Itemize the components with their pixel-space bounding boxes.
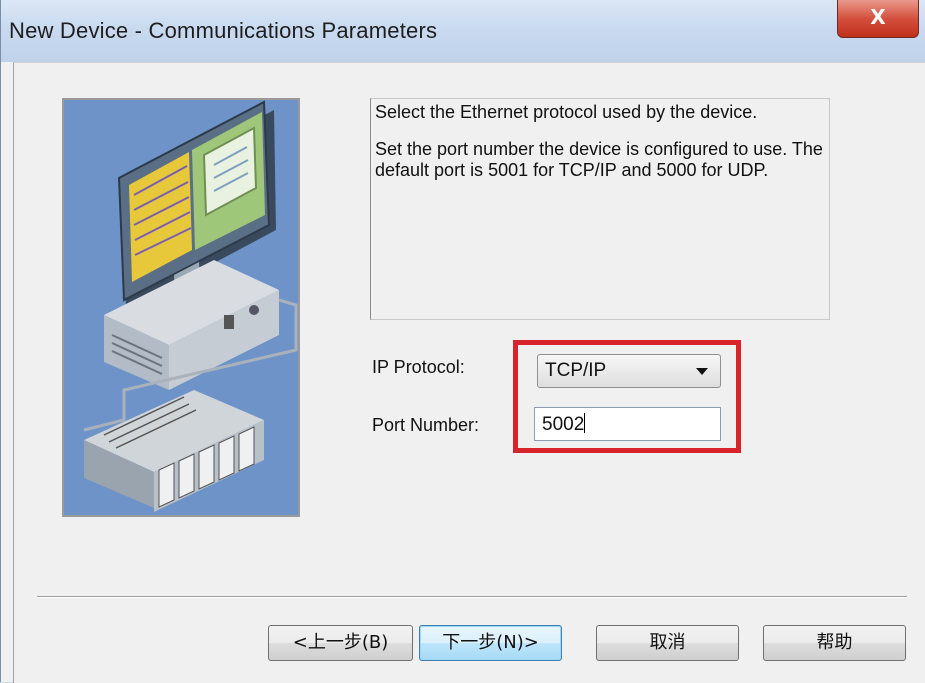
separator-line (37, 596, 907, 598)
cancel-button[interactable]: 取消 (596, 625, 739, 661)
dropdown-arrow-icon[interactable] (696, 368, 708, 375)
ip-protocol-value: TCP/IP (545, 360, 607, 381)
computer-plc-illustration-icon (64, 100, 298, 515)
ip-protocol-label: IP Protocol: (372, 357, 465, 377)
device-illustration (62, 98, 300, 517)
back-button[interactable]: <上一步(B) (268, 625, 413, 661)
window-title: New Device - Communications Parameters (9, 18, 438, 43)
description-line-2: Set the port number the device is config… (375, 139, 823, 180)
text-caret (584, 413, 586, 433)
port-number-input[interactable]: 5002 (534, 407, 721, 441)
next-button[interactable]: 下一步(N)> (419, 625, 562, 661)
description-line-1: Select the Ethernet protocol used by the… (375, 102, 758, 122)
dialog-body: Select the Ethernet protocol used by the… (13, 62, 925, 683)
port-number-label: Port Number: (372, 415, 480, 435)
close-icon: X (870, 5, 886, 29)
dialog-window: New Device - Communications Parameters X (0, 0, 925, 683)
close-button[interactable]: X (837, 0, 919, 38)
ip-protocol-select[interactable]: TCP/IP (537, 354, 721, 388)
help-button[interactable]: 帮助 (763, 625, 906, 661)
port-number-value: 5002 (542, 414, 585, 435)
description-box: Select the Ethernet protocol used by the… (370, 98, 830, 320)
title-bar[interactable]: New Device - Communications Parameters X (1, 0, 925, 62)
